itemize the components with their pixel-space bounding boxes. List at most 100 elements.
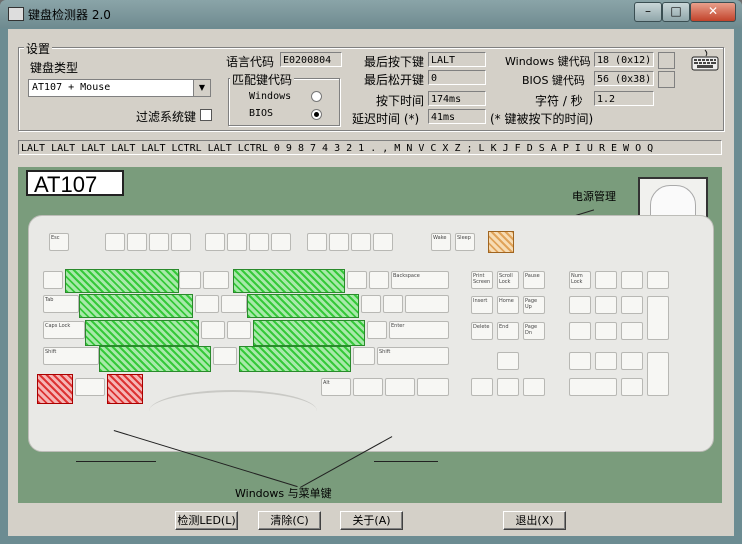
key-num-0 [569, 378, 617, 396]
key-j-semicolon-highlight [253, 320, 365, 346]
key-page-up: Page Up [523, 296, 545, 314]
key-minus [347, 271, 367, 289]
press-time-label: 按下时间 [376, 94, 425, 108]
check-led-button[interactable]: 检测LED(L) [175, 511, 238, 530]
key-n-period-highlight [239, 346, 351, 372]
key-home: Home [497, 296, 519, 314]
key-f5 [205, 233, 225, 251]
filter-system-keys-checkbox[interactable] [200, 109, 212, 121]
match-windows-radio[interactable] [311, 91, 322, 102]
title-bar[interactable]: 键盘检测器 2.0 – □ ✕ [0, 0, 742, 28]
keyboard-type-select[interactable]: AT107 + Mouse ▼ [28, 79, 211, 97]
chars-per-second-label: 字符 / 秒 [535, 94, 583, 108]
key-t [195, 295, 219, 313]
windows-menu-keys-label: Windows 与菜单键 [235, 487, 332, 500]
main-window: 键盘检测器 2.0 – □ ✕ 设置 键盘类型 AT107 + Mouse ▼ … [0, 0, 742, 544]
power-management-label: 电源管理 [572, 190, 616, 203]
settings-group-label: 设置 [24, 40, 53, 57]
key-arrow-left [471, 378, 493, 396]
key-print-screen: Print Screen [471, 271, 493, 289]
key-arrow-up [497, 352, 519, 370]
key-lalt-highlight [107, 374, 143, 404]
key-right-ctrl [417, 378, 449, 396]
key-f8 [271, 233, 291, 251]
key-num-5 [595, 322, 617, 340]
key-f9 [307, 233, 327, 251]
exit-button[interactable]: 退出(X) [503, 511, 566, 530]
winmenu-line-left [76, 461, 156, 462]
match-bios-radio[interactable] [311, 109, 322, 120]
key-7-0-highlight [233, 269, 345, 293]
press-time-field: 174ms [428, 91, 486, 106]
key-history-field: LALT LALT LALT LALT LALT LCTRL LALT LCTR… [18, 140, 722, 155]
key-num-minus [647, 271, 669, 289]
palm-rest-curve [149, 390, 317, 432]
key-backtick [43, 271, 63, 289]
key-f6 [227, 233, 247, 251]
minimize-button[interactable]: – [634, 2, 662, 22]
last-down-field: LALT [428, 52, 486, 67]
keyboard-type-value: AT107 + Mouse [32, 82, 111, 93]
key-pause: Pause [523, 271, 545, 289]
key-1-4-highlight [65, 269, 179, 293]
key-num-multiply [621, 271, 643, 289]
match-code-label: 匹配键代码 [230, 71, 295, 88]
key-num-3 [621, 352, 643, 370]
key-rbracket [383, 295, 403, 313]
last-up-field: 0 [428, 70, 486, 85]
lang-code-field: E0200804 [280, 52, 342, 67]
key-num-2 [595, 352, 617, 370]
key-right-win [353, 378, 383, 396]
key-a-f-highlight [85, 320, 199, 346]
key-z-v-highlight [99, 346, 211, 372]
key-num-9 [621, 296, 643, 314]
key-lbracket [361, 295, 381, 313]
delay-field: 41ms [428, 109, 486, 124]
key-end: End [497, 322, 519, 340]
key-num-1 [569, 352, 591, 370]
key-page-down: Page Dn [523, 322, 545, 340]
bios-code-field: 56 (0x38) [594, 71, 654, 86]
key-g [201, 321, 225, 339]
bios-code-indicator [658, 71, 675, 88]
windows-code-label: Windows 键代码 [505, 55, 591, 68]
keyboard-app-icon [8, 7, 24, 21]
key-num-lock: Num Lock [569, 271, 591, 289]
filter-system-keys-label: 过滤系统键 [136, 110, 197, 124]
keyboard-type-label: 键盘类型 [30, 61, 79, 75]
key-h [227, 321, 251, 339]
key-backspace: Backspace [391, 271, 449, 289]
key-f1 [105, 233, 125, 251]
last-down-label: 最后按下键 [364, 55, 425, 69]
chevron-down-icon[interactable]: ▼ [193, 80, 210, 96]
clear-button[interactable]: 清除(C) [258, 511, 321, 530]
chars-per-second-field: 1.2 [594, 91, 654, 106]
key-6 [203, 271, 229, 289]
windows-code-field: 18 (0x12) [594, 52, 654, 67]
about-button[interactable]: 关于(A) [340, 511, 403, 530]
key-left-shift: Shift [43, 347, 99, 365]
key-power-highlight [488, 231, 514, 253]
key-esc: Esc [49, 233, 69, 251]
key-arrow-right [523, 378, 545, 396]
key-delete: Delete [471, 322, 493, 340]
keyboard-image: Esc Wake Sleep Backspace Tab Caps Lock E… [28, 215, 714, 452]
key-tab: Tab [43, 295, 79, 313]
key-num-4 [569, 322, 591, 340]
key-f11 [351, 233, 371, 251]
delay-note: (* 键被按下的时间) [490, 112, 594, 126]
key-lctrl-highlight [37, 374, 73, 404]
key-u-p-highlight [247, 294, 359, 318]
window-title: 键盘检测器 2.0 [28, 8, 111, 22]
key-left-win [75, 378, 105, 396]
maximize-button[interactable]: □ [662, 2, 690, 22]
delay-label: 延迟时间 (*) [352, 112, 420, 126]
key-num-decimal [621, 378, 643, 396]
key-f2 [127, 233, 147, 251]
key-insert: Insert [471, 296, 493, 314]
close-button[interactable]: ✕ [690, 2, 736, 22]
key-f12 [373, 233, 393, 251]
key-arrow-down [497, 378, 519, 396]
last-up-label: 最后松开键 [364, 73, 425, 87]
keyboard-panel: AT107 电源管理 Esc Wake Sleep Backspace Tab … [18, 167, 722, 503]
